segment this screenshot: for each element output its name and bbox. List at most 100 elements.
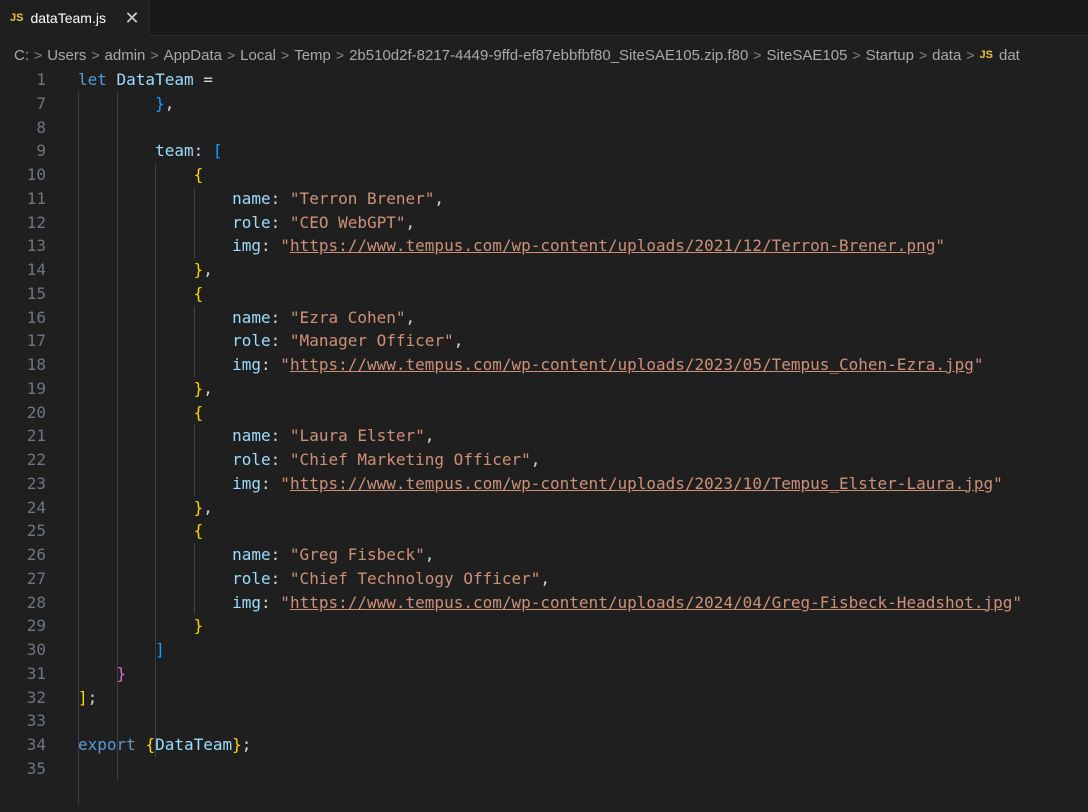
code-line[interactable]: 21 name: "Laura Elster", (0, 424, 1088, 448)
code-line[interactable]: 24 }, (0, 496, 1088, 520)
code-text: } (78, 662, 127, 686)
code-text: role: "Chief Marketing Officer", (78, 448, 540, 472)
code-line[interactable]: 13 img: "https://www.tempus.com/wp-conte… (0, 234, 1088, 258)
breadcrumb-item[interactable]: admin (105, 47, 146, 64)
breadcrumb-item[interactable]: SiteSAE105 (766, 47, 847, 64)
close-icon[interactable]: ✕ (123, 8, 141, 29)
code-token: { (193, 521, 204, 541)
code-token: " (935, 236, 945, 256)
code-token: , (424, 545, 435, 564)
code-line[interactable]: 35 (0, 757, 1088, 781)
line-number: 33 (26, 711, 46, 731)
code-line[interactable]: 19 }, (0, 377, 1088, 401)
line-number: 19 (26, 378, 46, 398)
code-editor[interactable]: 1 let DataTeam = 7 }, 8 9 team: [10 {11 name… (0, 68, 1088, 812)
code-token: } (155, 93, 165, 113)
code-token: "Greg Fisbeck" (289, 545, 425, 564)
code-token[interactable]: https://www.tempus.com/wp-content/upload… (290, 593, 1012, 612)
code-line[interactable]: 7 }, (0, 92, 1088, 116)
code-token: let (78, 70, 117, 89)
code-line[interactable]: 29 } (0, 614, 1088, 638)
code-token: , (203, 378, 213, 398)
code-token[interactable]: https://www.tempus.com/wp-content/upload… (290, 355, 974, 374)
line-number: 15 (26, 283, 46, 303)
breadcrumb-item[interactable]: 2b510d2f-8217-4449-9ffd-ef87ebbfbf80_Sit… (349, 47, 748, 64)
code-line[interactable]: 20 { (0, 401, 1088, 425)
line-number: 18 (26, 355, 46, 374)
code-text: name: "Terron Brener", (78, 187, 444, 211)
breadcrumb-item[interactable]: data (932, 47, 961, 64)
breadcrumb-item[interactable]: C: (14, 47, 29, 64)
code-token: ; (87, 687, 98, 707)
code-token: : (270, 426, 290, 446)
code-token: "Ezra Cohen" (289, 307, 406, 327)
code-line[interactable]: 17 role: "Manager Officer", (0, 329, 1088, 353)
code-token[interactable]: https://www.tempus.com/wp-content/upload… (290, 236, 935, 255)
tab-datateam-js[interactable]: JS dataTeam.js ✕ (0, 0, 150, 36)
code-line[interactable]: 15 { (0, 282, 1088, 306)
indent-guide (155, 163, 157, 757)
code-line[interactable]: 18 img: "https://www.tempus.com/wp-conte… (0, 353, 1088, 377)
line-number: 9 (36, 141, 46, 161)
code-token: : (270, 331, 290, 351)
js-file-icon: JS (10, 12, 24, 24)
breadcrumb-item[interactable]: Local (240, 47, 276, 64)
line-number: 30 (26, 640, 46, 659)
code-token[interactable]: https://www.tempus.com/wp-content/upload… (290, 474, 993, 493)
chevron-right-icon: > (150, 47, 159, 63)
code-line[interactable]: 11 name: "Terron Brener", (0, 187, 1088, 211)
code-token: , (453, 331, 464, 351)
breadcrumb-item[interactable]: Startup (866, 47, 914, 64)
code-line[interactable]: 23 img: "https://www.tempus.com/wp-conte… (0, 472, 1088, 496)
line-number: 10 (26, 165, 46, 184)
code-line[interactable]: 32]; (0, 686, 1088, 710)
code-line[interactable]: 26 name: "Greg Fisbeck", (0, 543, 1088, 567)
code-line[interactable]: 12 role: "CEO WebGPT", (0, 211, 1088, 235)
code-line[interactable]: 22 role: "Chief Marketing Officer", (0, 448, 1088, 472)
chevron-right-icon: > (966, 47, 975, 63)
code-line[interactable]: 31 } (0, 662, 1088, 686)
line-number: 13 (26, 236, 46, 256)
code-line[interactable]: 14 }, (0, 258, 1088, 282)
code-token: : (270, 212, 290, 232)
chevron-right-icon: > (34, 47, 43, 63)
code-token: } (193, 497, 204, 517)
code-token: "Manager Officer" (289, 331, 454, 351)
code-text: ]; (78, 686, 97, 710)
chevron-right-icon: > (335, 47, 345, 63)
tab-bar: JS dataTeam.js ✕ (0, 0, 1088, 36)
code-token: ] (155, 640, 165, 659)
indent-guide (116, 91, 118, 781)
line-number: 28 (26, 592, 46, 612)
code-token: ; (241, 735, 252, 754)
code-line[interactable]: 8 (0, 116, 1088, 140)
code-line[interactable]: 34 export {DataTeam}; (0, 733, 1088, 757)
code-line[interactable]: 10 { (0, 163, 1088, 187)
breadcrumb-item[interactable]: Users (47, 47, 86, 64)
code-line[interactable]: 33 (0, 709, 1088, 733)
code-token: DataTeam (116, 70, 194, 89)
breadcrumb-item[interactable]: AppData (164, 47, 222, 64)
code-line[interactable]: 28 img: "https://www.tempus.com/wp-conte… (0, 591, 1088, 615)
code-line[interactable]: 30 ] (0, 638, 1088, 662)
code-line[interactable]: 1 let DataTeam = (0, 68, 1088, 92)
code-line[interactable]: 25 { (0, 519, 1088, 543)
breadcrumb-file[interactable]: dat (999, 47, 1020, 64)
code-text: role: "Manager Officer", (78, 329, 463, 353)
code-token: team (155, 141, 194, 161)
code-token: " (1012, 592, 1023, 612)
code-line[interactable]: 27 role: "Chief Technology Officer", (0, 567, 1088, 591)
code-token: "CEO WebGPT" (289, 212, 406, 232)
code-line[interactable]: 9 team: [ (0, 139, 1088, 163)
breadcrumb-item[interactable]: Temp (294, 47, 331, 64)
line-number: 17 (26, 331, 46, 351)
code-token: "Laura Elster" (289, 426, 425, 446)
code-token: img (232, 592, 262, 612)
code-text: let DataTeam = (78, 68, 213, 92)
line-number: 24 (26, 497, 46, 517)
code-token: , (405, 212, 416, 232)
code-token: , (530, 450, 541, 469)
code-line[interactable]: 16 name: "Ezra Cohen", (0, 306, 1088, 330)
